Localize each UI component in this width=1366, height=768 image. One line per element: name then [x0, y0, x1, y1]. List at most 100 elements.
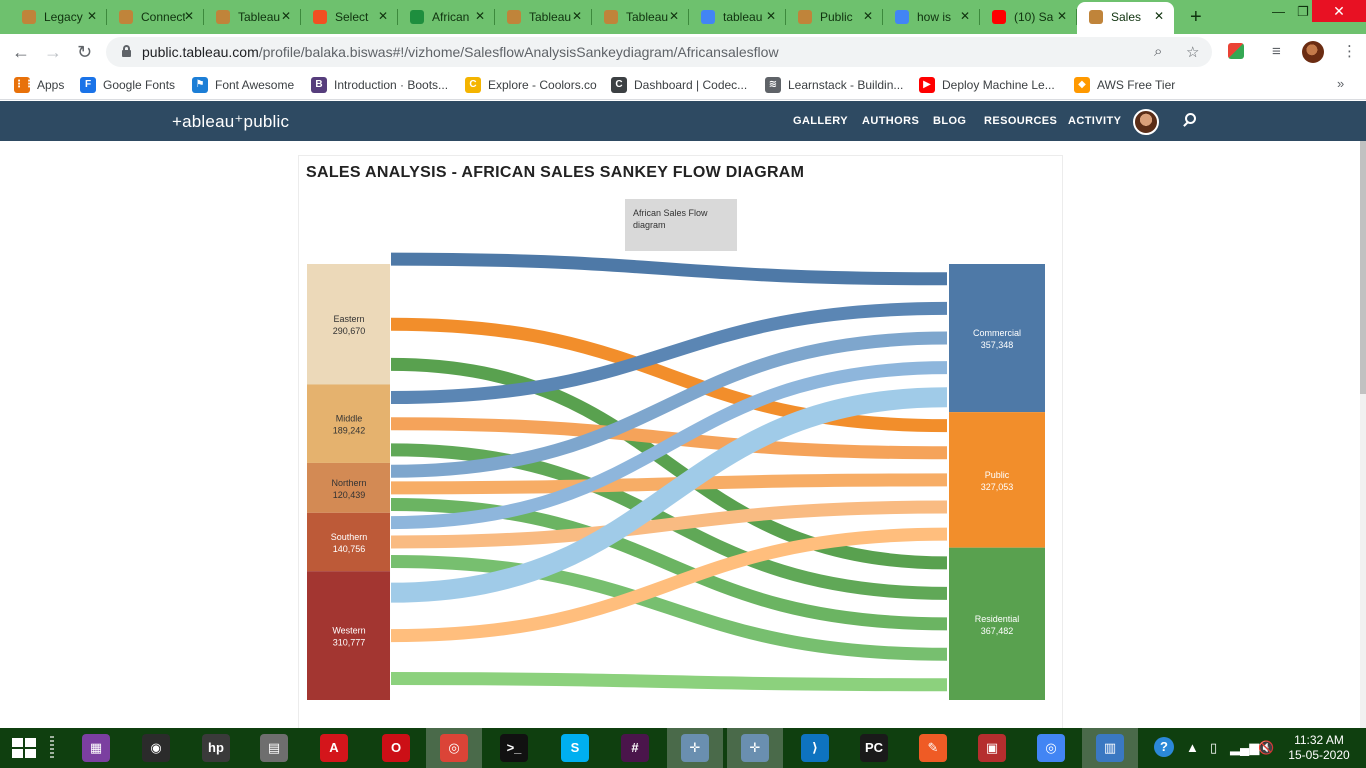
url-host: public.tableau.com	[142, 44, 259, 60]
address-bar[interactable]: public.tableau.com/profile/balaka.biswas…	[106, 37, 1212, 67]
reload-icon[interactable]: ↻	[77, 42, 92, 63]
bookmark-item[interactable]: B Introduction · Boots...	[311, 76, 448, 94]
browser-tab[interactable]: Select ✕	[301, 2, 398, 32]
browser-tab[interactable]: Tableau ✕	[204, 2, 301, 32]
sankey-chart[interactable]: Eastern 290,670 Middle 189,242 Northern 120,4…	[0, 141, 1366, 728]
chrome-alt-icon[interactable]: ◎	[1037, 734, 1065, 762]
bookmark-item[interactable]: ≋ Learnstack - Buildin...	[765, 76, 903, 94]
tab-title: Connect	[141, 10, 185, 24]
postman-icon[interactable]: ✎	[919, 734, 947, 762]
tab-close-icon[interactable]: ✕	[378, 9, 388, 23]
pycharm-icon[interactable]: PC	[860, 734, 888, 762]
tab-close-icon[interactable]: ✕	[669, 9, 679, 23]
chrome-icon[interactable]: ◎	[440, 734, 468, 762]
tab-close-icon[interactable]: ✕	[475, 9, 485, 23]
windows-features-icon[interactable]: ▤	[260, 734, 288, 762]
windows-start-icon[interactable]	[12, 738, 36, 758]
scrollbar-thumb[interactable]	[1360, 141, 1366, 394]
tab-close-icon[interactable]: ✕	[863, 9, 873, 23]
browser-tab[interactable]: tableau ✕	[689, 2, 786, 32]
vscode-icon[interactable]: ⟩	[801, 734, 829, 762]
forward-icon[interactable]: →	[44, 42, 62, 63]
user-avatar[interactable]	[1133, 109, 1159, 135]
browser-tab[interactable]: Tableau ✕	[592, 2, 689, 32]
obs-icon[interactable]: ◉	[142, 734, 170, 762]
page-scrollbar[interactable]	[1360, 141, 1366, 728]
tab-close-icon[interactable]: ✕	[87, 9, 97, 23]
skype-icon[interactable]: S	[561, 734, 589, 762]
extension-icon[interactable]	[1228, 43, 1244, 59]
tableau-app-icon[interactable]: ✛	[681, 734, 709, 762]
youtube-icon	[992, 10, 1006, 24]
restore-button[interactable]: ❐	[1297, 4, 1309, 20]
media-control-icon[interactable]: ≡	[1272, 43, 1281, 60]
tab-close-icon[interactable]: ✕	[960, 9, 970, 23]
tray-clock[interactable]: 11:32 AM 15-05-2020	[1284, 733, 1354, 763]
nav-gallery[interactable]: GALLERY	[793, 115, 848, 127]
hp-icon[interactable]: hp	[202, 734, 230, 762]
window-close-button[interactable]: ✕	[1312, 0, 1366, 22]
sankey-flow-southern-residential[interactable]	[390, 554, 948, 661]
profile-avatar[interactable]	[1302, 41, 1324, 63]
source-node-value: 140,756	[333, 544, 366, 554]
terminal-icon[interactable]: >_	[500, 734, 528, 762]
bookmark-item[interactable]: C Dashboard | Codec...	[611, 76, 747, 94]
tray-expand-icon[interactable]: ▲	[1186, 740, 1199, 755]
minimize-button[interactable]: —	[1272, 4, 1285, 19]
tab-close-icon[interactable]: ✕	[766, 9, 776, 23]
network-icon[interactable]: ▂▄▆	[1230, 740, 1259, 756]
tableau-icon	[119, 10, 133, 24]
tab-close-icon[interactable]: ✕	[572, 9, 582, 23]
bookmark-item[interactable]: F Google Fonts	[80, 76, 175, 94]
url-text[interactable]: public.tableau.com/profile/balaka.biswas…	[142, 44, 779, 60]
bookmark-item[interactable]: ⋮⋮ Apps	[14, 76, 64, 94]
back-icon[interactable]: ←	[12, 42, 30, 63]
opera-icon[interactable]: O	[382, 734, 410, 762]
bookmark-label: Explore - Coolors.co	[488, 78, 597, 92]
browser-tab[interactable]: Public ✕	[786, 2, 883, 32]
tab-close-icon[interactable]: ✕	[281, 9, 291, 23]
bookmark-item[interactable]: ◆ AWS Free Tier	[1074, 76, 1175, 94]
tab-close-icon[interactable]: ✕	[1057, 9, 1067, 23]
nav-authors[interactable]: AUTHORS	[862, 115, 919, 127]
bookmark-item[interactable]: ▶ Deploy Machine Le...	[919, 76, 1055, 94]
nav-resources[interactable]: RESOURCES	[984, 115, 1057, 127]
new-tab-button[interactable]: +	[1190, 6, 1202, 29]
help-icon[interactable]: ?	[1154, 737, 1174, 757]
browser-tab[interactable]: African ✕	[398, 2, 495, 32]
remote-desktop-icon[interactable]: ▥	[1096, 734, 1124, 762]
more-bookmarks-icon[interactable]: »	[1337, 76, 1344, 91]
browser-tab[interactable]: (10) Sa ✕	[980, 2, 1077, 32]
browser-tab[interactable]: how is ✕	[883, 2, 980, 32]
bookmark-item[interactable]: ⚑ Font Awesome	[192, 76, 294, 94]
url-path: /profile/balaka.biswas#!/vizhome/Salesfl…	[258, 44, 779, 60]
winrar-icon[interactable]: ▦	[82, 734, 110, 762]
winforms-icon[interactable]: ▣	[978, 734, 1006, 762]
bootstrap-icon: B	[311, 77, 327, 93]
acrobat-icon[interactable]: A	[320, 734, 348, 762]
chrome-menu-icon[interactable]: ⋮	[1342, 42, 1357, 60]
source-node-label: Western	[332, 626, 365, 636]
browser-tab[interactable]: Legacy ✕	[10, 2, 107, 32]
lock-icon[interactable]	[122, 45, 131, 57]
bookmark-item[interactable]: C Explore - Coolors.co	[465, 76, 597, 94]
tab-close-icon[interactable]: ✕	[184, 9, 194, 23]
nav-blog[interactable]: BLOG	[933, 115, 966, 127]
zoom-icon[interactable]: ⌕	[1154, 43, 1162, 60]
sankey-flow-western-residential[interactable]	[390, 672, 948, 692]
tableau-public-logo[interactable]: +ableau⁺public	[172, 112, 289, 132]
search-icon[interactable]	[1183, 113, 1197, 127]
slack-icon[interactable]: #	[621, 734, 649, 762]
sankey-flow-eastern-commercial[interactable]	[390, 252, 948, 286]
nav-activity[interactable]: ACTIVITY	[1068, 115, 1121, 127]
tableau-public-header: +ableau⁺public GALLERY AUTHORS BLOG RESO…	[0, 101, 1366, 141]
battery-icon[interactable]: ▯	[1210, 740, 1217, 756]
volume-icon[interactable]: 🔇	[1258, 740, 1274, 756]
browser-tab[interactable]: Tableau ✕	[495, 2, 592, 32]
tableau-public-app-icon[interactable]: ✛	[741, 734, 769, 762]
browser-tab[interactable]: Connect ✕	[107, 2, 204, 32]
browser-tab[interactable]: Sales ✕	[1077, 2, 1174, 34]
bookmark-star-icon[interactable]: ☆	[1186, 43, 1199, 61]
tableau-icon	[1089, 10, 1103, 24]
tab-close-icon[interactable]: ✕	[1154, 9, 1164, 23]
